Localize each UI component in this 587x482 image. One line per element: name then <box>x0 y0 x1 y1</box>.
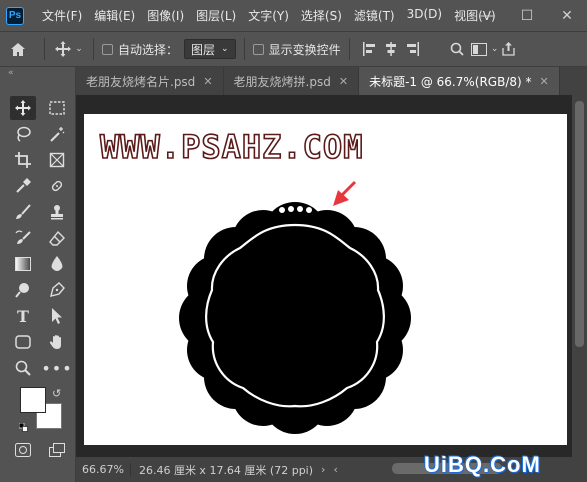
type-tool-icon[interactable]: T <box>10 304 36 328</box>
close-tab-icon[interactable]: ✕ <box>540 75 549 88</box>
more-tools-icon[interactable]: ••• <box>41 356 71 380</box>
history-brush-tool-icon[interactable] <box>10 226 36 250</box>
maximize-icon[interactable]: ☐ <box>507 0 547 31</box>
path-selection-tool-icon[interactable] <box>44 304 70 328</box>
menu-3d[interactable]: 3D(D) <box>401 7 448 24</box>
chevron-down-icon[interactable]: ⌄ <box>73 44 85 54</box>
show-transform-checkbox[interactable] <box>252 43 264 55</box>
tab-document-active[interactable]: 未标题-1 @ 66.7%(RGB/8) * ✕ <box>359 67 560 95</box>
move-tool-icon[interactable] <box>10 96 36 120</box>
document-dimensions: 26.46 厘米 x 17.64 厘米 (72 ppi) <box>138 463 314 477</box>
document-tabs: 老朋友烧烤名片.psd ✕ 老朋友烧烤拼.psd ✕ 未标题-1 @ 66.7%… <box>76 67 587 95</box>
align-center-icon[interactable] <box>380 42 402 56</box>
close-icon[interactable]: ✕ <box>547 0 587 31</box>
document-workspace[interactable]: WWW.PSAHZ.COM <box>76 95 572 457</box>
minimize-icon[interactable]: — <box>467 0 507 31</box>
scroll-left-icon[interactable]: ‹ <box>333 463 337 476</box>
show-transform-label: 显示变换控件 <box>268 42 341 57</box>
divider <box>243 38 245 60</box>
screen-mode-icon[interactable] <box>44 438 70 462</box>
gradient-tool-icon[interactable] <box>10 252 36 276</box>
menu-select[interactable]: 选择(S) <box>295 7 348 24</box>
tab-document-2[interactable]: 老朋友烧烤拼.psd ✕ <box>224 67 360 95</box>
move-tool-icon[interactable] <box>53 41 73 57</box>
vertical-scrollbar[interactable] <box>572 95 587 457</box>
stamp-tool-icon[interactable] <box>44 200 70 224</box>
chevron-down-icon[interactable]: ⌄ <box>490 44 500 54</box>
zoom-tool-icon[interactable] <box>10 356 36 380</box>
zoom-level[interactable]: 66.67% <box>76 463 131 476</box>
blur-tool-icon[interactable] <box>44 252 70 276</box>
headline-text: WWW.PSAHZ.COM <box>100 128 363 166</box>
auto-select-label: 自动选择： <box>118 42 179 57</box>
red-arrow-annotation <box>333 180 357 206</box>
share-icon[interactable] <box>500 42 518 56</box>
main-menu: 文件(F) 编辑(E) 图像(I) 图层(L) 文字(Y) 选择(S) 滤镜(T… <box>36 7 502 24</box>
canvas-artwork: WWW.PSAHZ.COM <box>99 127 411 434</box>
tab-label: 未标题-1 @ 66.7%(RGB/8) * <box>369 74 532 89</box>
toolbox: « T ••• ↺ <box>0 67 76 482</box>
scrollbar-thumb[interactable] <box>575 101 584 347</box>
align-right-icon[interactable] <box>402 42 424 56</box>
align-left-icon[interactable] <box>358 42 380 56</box>
chevron-down-icon: ⌄ <box>221 44 229 54</box>
healing-brush-tool-icon[interactable] <box>44 174 70 198</box>
dodge-tool-icon[interactable] <box>10 278 36 302</box>
search-icon[interactable] <box>446 42 468 56</box>
tab-label: 老朋友烧烤拼.psd <box>233 74 331 89</box>
menu-type[interactable]: 文字(Y) <box>242 7 295 24</box>
photoshop-logo[interactable]: Ps <box>6 6 24 25</box>
menu-image[interactable]: 图像(I) <box>141 7 190 24</box>
divider <box>348 38 350 60</box>
document-canvas[interactable]: WWW.PSAHZ.COM <box>84 114 567 445</box>
chevron-right-icon[interactable]: › <box>321 463 325 476</box>
menu-file[interactable]: 文件(F) <box>36 7 88 24</box>
quick-mask-icon[interactable] <box>10 438 36 462</box>
tab-label: 老朋友烧烤名片.psd <box>86 74 196 89</box>
close-tab-icon[interactable]: ✕ <box>203 75 212 88</box>
brush-tool-icon[interactable] <box>10 200 36 224</box>
scalloped-badge-shape <box>179 202 411 434</box>
auto-select-value: 图层 <box>191 42 216 57</box>
magic-wand-tool-icon[interactable] <box>44 122 70 146</box>
eyedropper-tool-icon[interactable] <box>10 174 36 198</box>
menu-filter[interactable]: 滤镜(T) <box>348 7 401 24</box>
divider <box>93 38 94 60</box>
menu-edit[interactable]: 编辑(E) <box>88 7 141 24</box>
menu-layer[interactable]: 图层(L) <box>190 7 242 24</box>
home-icon[interactable] <box>0 42 36 57</box>
pen-tool-icon[interactable] <box>44 278 70 302</box>
eraser-tool-icon[interactable] <box>44 226 70 250</box>
close-tab-icon[interactable]: ✕ <box>339 75 348 88</box>
menu-bar: Ps 文件(F) 编辑(E) 图像(I) 图层(L) 文字(Y) 选择(S) 滤… <box>0 0 587 31</box>
marquee-tool-icon[interactable] <box>44 96 70 120</box>
workspace-icon[interactable] <box>468 42 490 56</box>
collapse-panel-icon[interactable]: « <box>0 67 75 79</box>
divider <box>44 38 45 60</box>
crop-tool-icon[interactable] <box>10 148 36 172</box>
auto-select-checkbox[interactable] <box>102 43 113 55</box>
watermark-logo: UiBQ.CoM <box>424 452 541 477</box>
default-colors-icon[interactable] <box>18 421 28 432</box>
shape-tool-icon[interactable] <box>10 330 36 354</box>
frame-tool-icon[interactable] <box>44 148 70 172</box>
hand-tool-icon[interactable] <box>44 330 70 354</box>
lasso-tool-icon[interactable] <box>10 122 36 146</box>
swap-colors-icon[interactable]: ↺ <box>52 387 61 400</box>
options-bar: ⌄ 自动选择： 图层 ⌄ 显示变换控件 ⌄ <box>0 31 587 67</box>
tab-document-1[interactable]: 老朋友烧烤名片.psd ✕ <box>76 67 224 95</box>
foreground-color-swatch[interactable] <box>20 387 46 413</box>
auto-select-dropdown[interactable]: 图层 ⌄ <box>184 39 236 59</box>
